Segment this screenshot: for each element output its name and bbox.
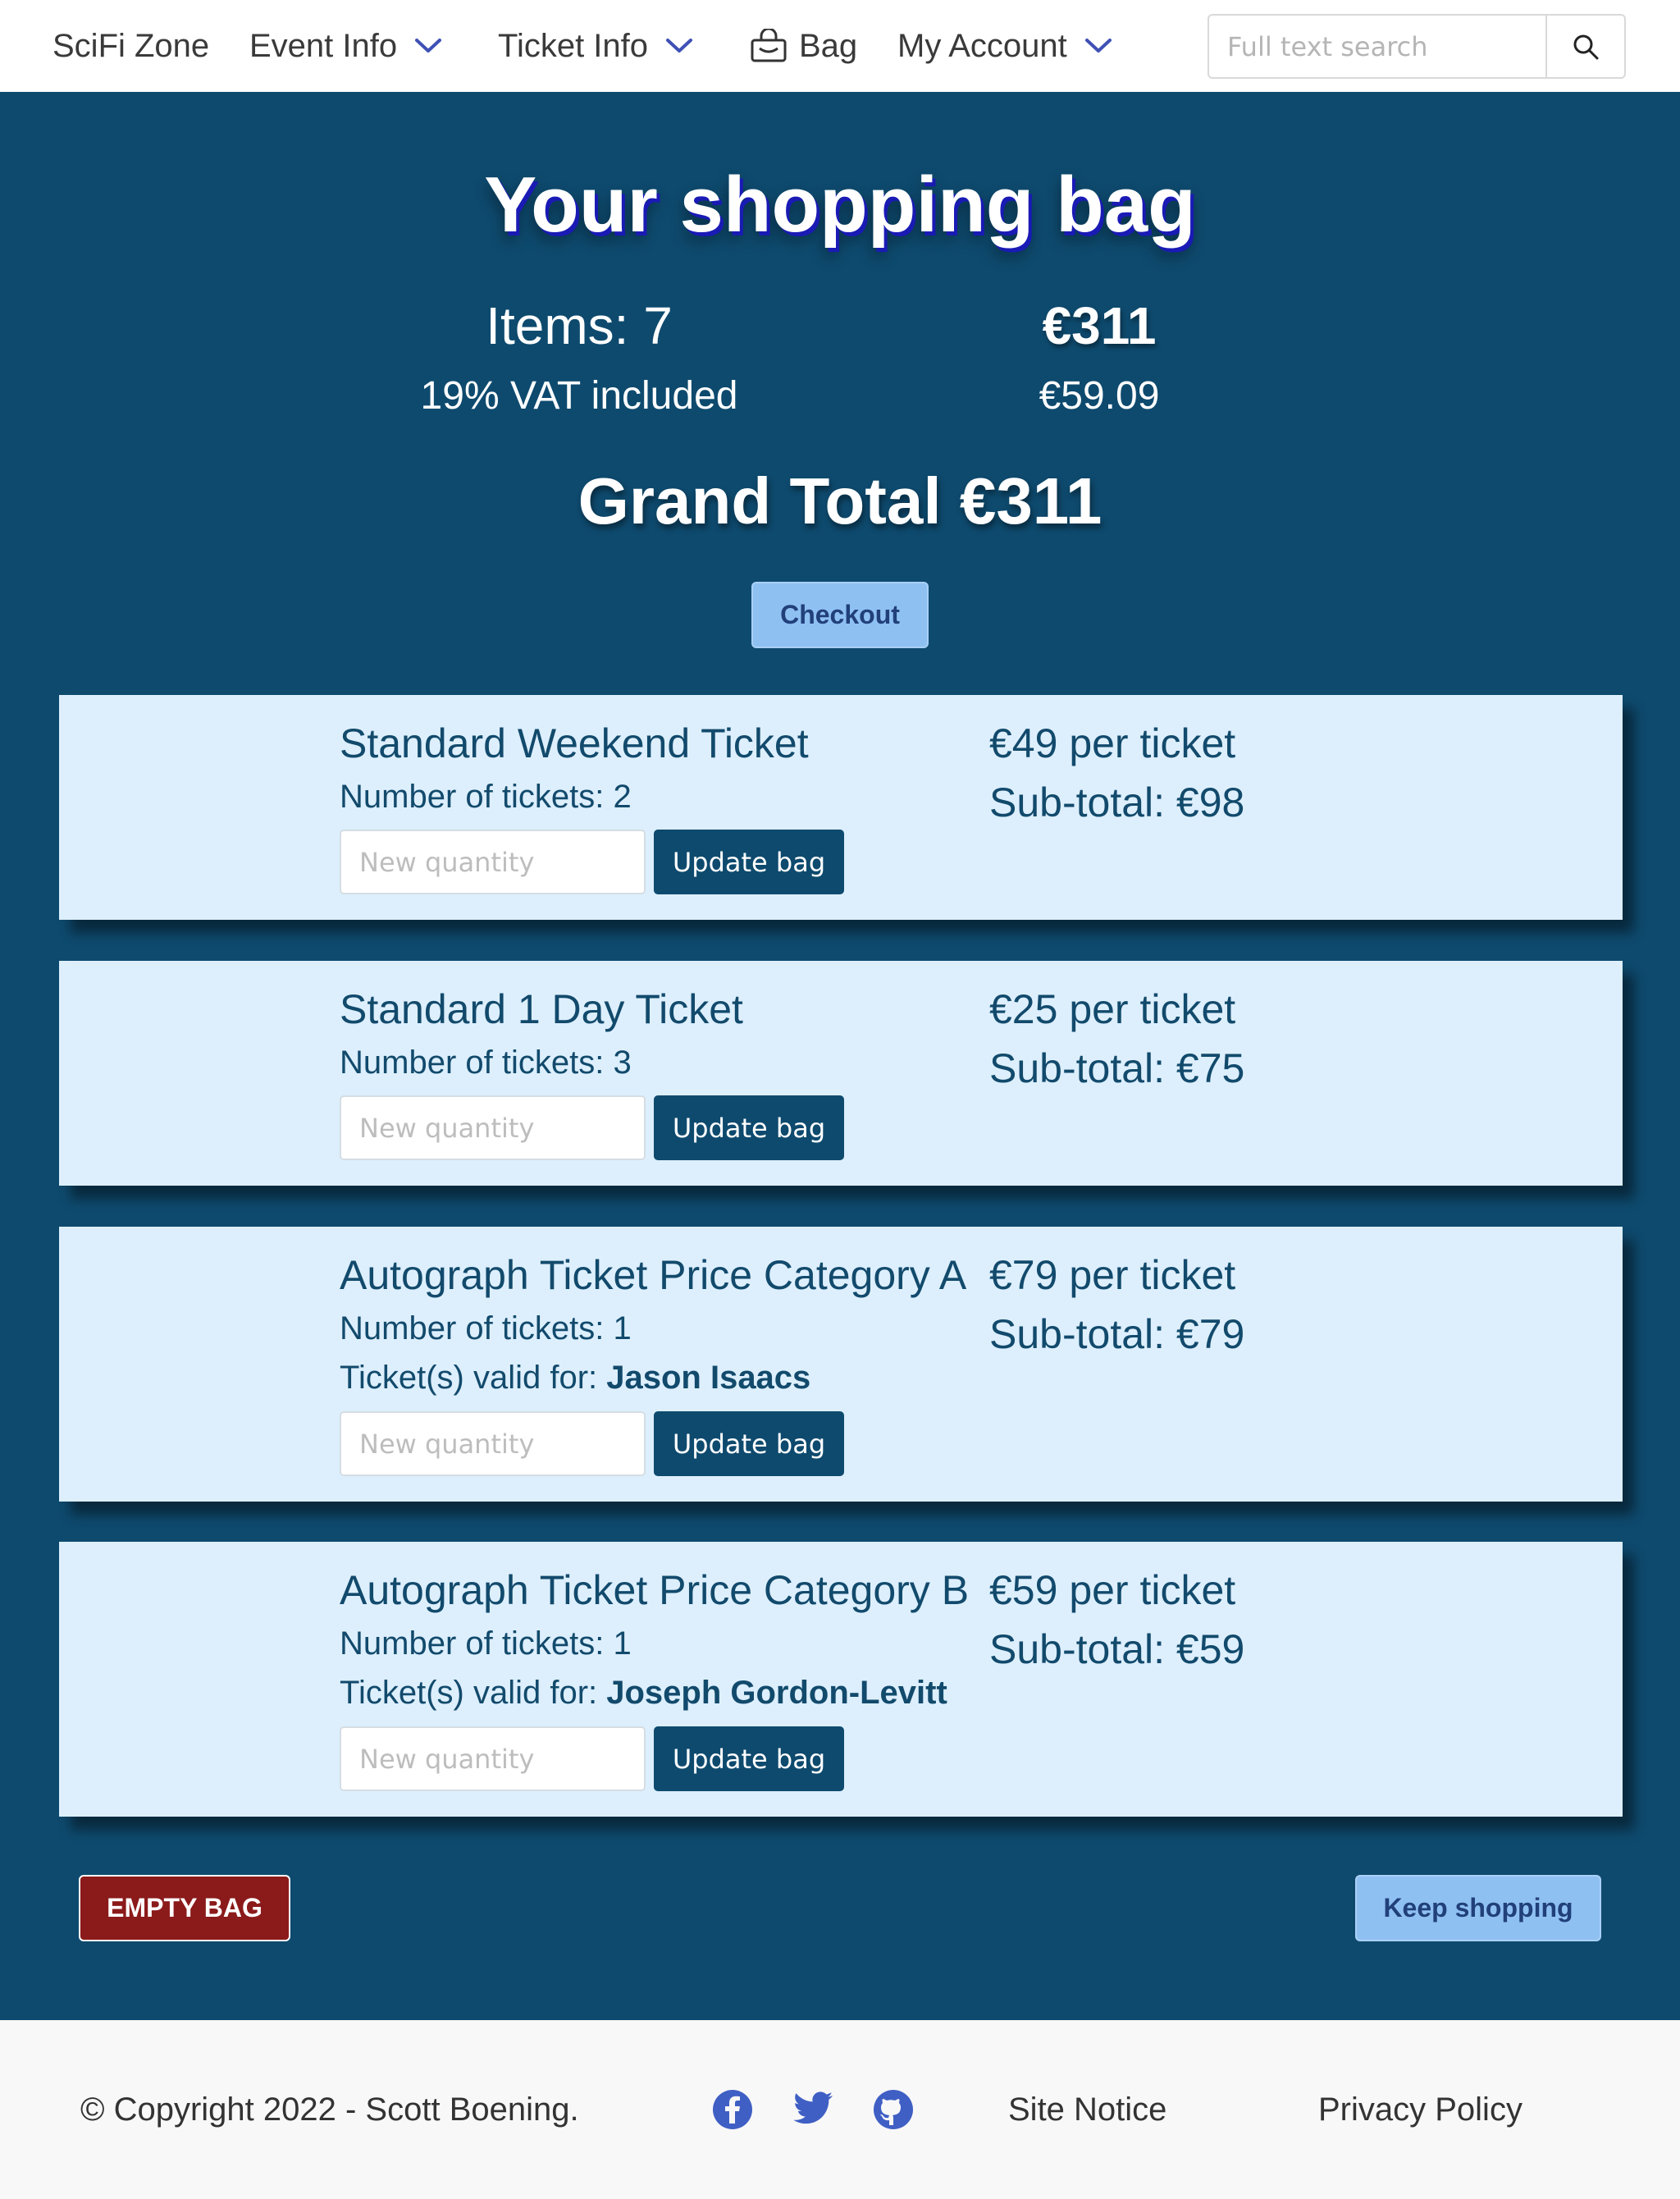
item-name: Autograph Ticket Price Category A — [340, 1252, 967, 1298]
chevron-down-icon — [663, 30, 696, 62]
item-count: Number of tickets: 1 — [340, 1310, 632, 1346]
bag-item: Autograph Ticket Price Category A Number… — [59, 1227, 1623, 1502]
valid-for-label: Ticket(s) valid for: — [340, 1675, 607, 1711]
nav-event-info[interactable]: Event Info — [249, 0, 445, 92]
quantity-input[interactable] — [340, 1411, 646, 1476]
facebook-icon[interactable] — [712, 2089, 753, 2130]
checkout-button[interactable]: Checkout — [751, 582, 929, 648]
search-form — [1208, 14, 1626, 79]
nav-ticket-info[interactable]: Ticket Info — [498, 0, 696, 92]
bag-total: €311 — [1042, 296, 1157, 355]
bag-item: Autograph Ticket Price Category B Number… — [59, 1542, 1623, 1817]
item-price: €79 per ticket — [989, 1252, 1236, 1298]
valid-for-label: Ticket(s) valid for: — [340, 1360, 607, 1396]
bag-item: Standard Weekend Ticket Number of ticket… — [59, 695, 1623, 920]
item-price: €49 per ticket — [989, 720, 1236, 766]
quantity-input[interactable] — [340, 1726, 646, 1791]
page-title: Your shopping bag — [484, 161, 1196, 249]
bag-item: Standard 1 Day Ticket Number of tickets:… — [59, 961, 1623, 1186]
update-bag-button[interactable]: Update bag — [654, 1095, 844, 1160]
item-count: Number of tickets: 3 — [340, 1045, 632, 1081]
brand-link[interactable]: SciFi Zone — [52, 0, 209, 92]
nav-bag[interactable]: Bag — [750, 0, 857, 92]
update-bag-button[interactable]: Update bag — [654, 830, 844, 894]
empty-bag-button[interactable]: EMPTY BAG — [79, 1875, 290, 1941]
item-subtotal: Sub-total: €59 — [989, 1626, 1245, 1672]
item-name: Autograph Ticket Price Category B — [340, 1567, 970, 1613]
item-name: Standard Weekend Ticket — [340, 720, 809, 766]
item-subtotal: Sub-total: €79 — [989, 1311, 1245, 1357]
nav-event-info-label: Event Info — [249, 27, 398, 64]
valid-for-line: Ticket(s) valid for: Jason Isaacs — [340, 1360, 810, 1397]
valid-for-person: Jason Isaacs — [606, 1360, 811, 1396]
navbar: SciFi Zone Event Info Ticket Info Bag My… — [0, 0, 1680, 92]
nav-my-account-label: My Account — [897, 27, 1067, 64]
nav-my-account[interactable]: My Account — [897, 0, 1115, 92]
vat-label: 19% VAT included — [420, 374, 738, 418]
grand-total: Grand Total €311 — [578, 464, 1102, 537]
item-count: Number of tickets: 2 — [340, 779, 632, 815]
item-count: Number of tickets: 1 — [340, 1625, 632, 1662]
search-button[interactable] — [1547, 16, 1624, 77]
copyright: © Copyright 2022 - Scott Boening. — [80, 2091, 579, 2128]
update-bag-button[interactable]: Update bag — [654, 1411, 844, 1476]
site-notice-link[interactable]: Site Notice — [1008, 2020, 1166, 2199]
keep-shopping-button[interactable]: Keep shopping — [1355, 1875, 1601, 1941]
quantity-input[interactable] — [340, 1095, 646, 1160]
valid-for-line: Ticket(s) valid for: Joseph Gordon-Levit… — [340, 1675, 947, 1712]
twitter-icon[interactable] — [792, 2089, 833, 2130]
github-icon[interactable] — [873, 2089, 914, 2130]
update-bag-button[interactable]: Update bag — [654, 1726, 844, 1791]
search-icon — [1572, 33, 1600, 61]
footer: © Copyright 2022 - Scott Boening. Site N… — [0, 2020, 1680, 2199]
item-price: €59 per ticket — [989, 1567, 1236, 1613]
chevron-down-icon — [412, 30, 445, 62]
chevron-down-icon — [1082, 30, 1115, 62]
shopping-bag-icon — [750, 29, 788, 63]
item-price: €25 per ticket — [989, 986, 1236, 1032]
quantity-input[interactable] — [340, 830, 646, 894]
item-subtotal: Sub-total: €98 — [989, 779, 1245, 825]
vat-amount: €59.09 — [1039, 374, 1160, 418]
item-name: Standard 1 Day Ticket — [340, 986, 743, 1032]
search-input[interactable] — [1209, 16, 1547, 77]
privacy-policy-link[interactable]: Privacy Policy — [1318, 2020, 1522, 2199]
valid-for-person: Joseph Gordon-Levitt — [606, 1675, 947, 1711]
item-subtotal: Sub-total: €75 — [989, 1045, 1245, 1091]
items-count: Items: 7 — [486, 296, 673, 355]
nav-bag-label: Bag — [799, 27, 858, 64]
nav-ticket-info-label: Ticket Info — [498, 27, 649, 64]
